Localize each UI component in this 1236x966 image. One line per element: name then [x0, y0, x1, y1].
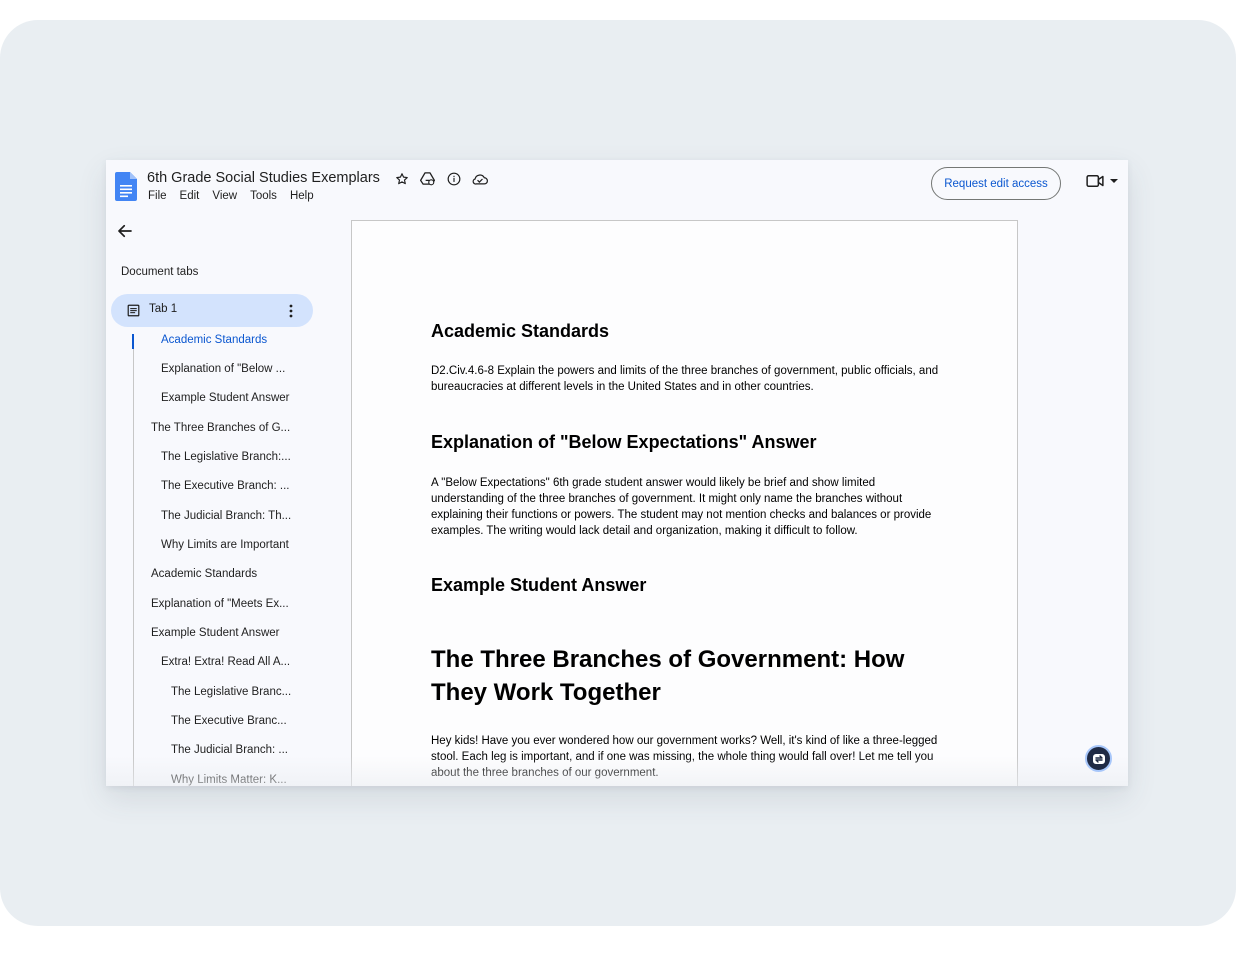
assistant-fab-button[interactable] [1085, 745, 1112, 772]
tab-1[interactable]: Tab 1 [111, 294, 313, 327]
outline-item[interactable]: The Executive Branc... [171, 715, 287, 727]
docs-header: 6th Grade Social Studies Exemplars File … [106, 160, 1128, 216]
heading-academic-standards: Academic Standards [431, 321, 610, 341]
essay-title: The Three Branches of Government: How Th… [431, 646, 905, 706]
outline-item[interactable]: Extra! Extra! Read All A... [161, 656, 290, 668]
outline-item[interactable]: The Judicial Branch: ... [171, 744, 288, 756]
menu-file[interactable]: File [148, 190, 167, 202]
more-options-icon[interactable] [287, 303, 295, 319]
essay-intro-paragraph: Hey kids! Have you ever wondered how our… [431, 735, 938, 779]
heading-explanation: Explanation of "Below Expectations" Answ… [431, 432, 817, 452]
document-page[interactable]: Academic Standards D2.Civ.4.6-8 Explain … [351, 220, 1018, 786]
menu-help[interactable]: Help [290, 190, 314, 202]
outline-item[interactable]: Example Student Answer [151, 627, 280, 639]
outline-item[interactable]: The Legislative Branc... [171, 686, 291, 698]
drive-move-icon[interactable] [419, 170, 436, 187]
document-title[interactable]: 6th Grade Social Studies Exemplars [147, 170, 380, 186]
outline-active-indicator [132, 334, 134, 349]
outline-item[interactable]: The Executive Branch: ... [161, 480, 289, 492]
sync-icon [1092, 753, 1105, 764]
menu-edit[interactable]: Edit [180, 190, 200, 202]
star-icon[interactable] [393, 170, 410, 187]
meet-button[interactable] [1086, 174, 1118, 188]
outline-item[interactable]: The Judicial Branch: Th... [161, 510, 291, 522]
explanation-paragraph: A "Below Expectations" 6th grade student… [431, 477, 932, 537]
cloud-status-icon[interactable] [471, 170, 488, 187]
outline-item[interactable]: Explanation of "Meets Ex... [151, 598, 289, 610]
menu-view[interactable]: View [212, 190, 237, 202]
menu-bar: File Edit View Tools Help [148, 190, 314, 202]
request-edit-access-button[interactable]: Request edit access [931, 167, 1061, 200]
document-tabs-heading: Document tabs [121, 266, 199, 278]
outline-item[interactable]: The Three Branches of G... [151, 422, 290, 434]
outline-item[interactable]: Academic Standards [151, 568, 257, 580]
info-icon[interactable] [445, 170, 462, 187]
outline-item[interactable]: Academic Standards [161, 334, 267, 346]
outline-item[interactable]: Why Limits are Important [161, 539, 289, 551]
outline-item[interactable]: Why Limits Matter: K... [171, 774, 287, 786]
outline-item[interactable]: Explanation of "Below ... [161, 363, 285, 375]
docs-logo-icon[interactable] [115, 172, 137, 201]
back-arrow-icon[interactable] [116, 222, 134, 240]
tab-label: Tab 1 [149, 303, 178, 315]
video-camera-icon [1086, 175, 1104, 187]
title-icons [393, 170, 488, 187]
menu-tools[interactable]: Tools [250, 190, 277, 202]
heading-example-student-answer: Example Student Answer [431, 575, 647, 595]
tab-document-icon [127, 304, 140, 317]
outline-guide-line [133, 334, 134, 786]
outline-item[interactable]: Example Student Answer [161, 392, 290, 404]
google-docs-window: 6th Grade Social Studies Exemplars File … [106, 160, 1128, 786]
standard-paragraph: D2.Civ.4.6-8 Explain the powers and limi… [431, 365, 939, 393]
chevron-down-icon [1110, 179, 1118, 183]
outline-item[interactable]: The Legislative Branch:... [161, 451, 291, 463]
